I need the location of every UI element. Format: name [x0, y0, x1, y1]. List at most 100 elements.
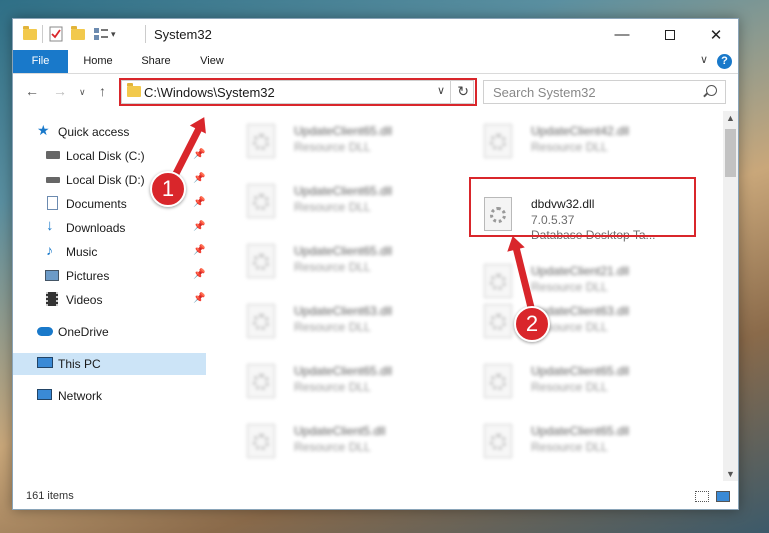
file-type: Resource DLL	[294, 380, 371, 394]
file-type: Resource DLL	[294, 440, 371, 454]
back-icon[interactable]: ←	[25, 83, 39, 99]
up-icon[interactable]: ↑	[99, 83, 106, 99]
file-type: Resource DLL	[294, 320, 371, 334]
pin-icon: 📌	[193, 149, 206, 160]
pin-icon: 📌	[193, 269, 206, 280]
scroll-thumb[interactable]	[725, 129, 736, 177]
file-item[interactable]: UpdateClient65.dll Resource DLL	[234, 176, 464, 230]
file-item[interactable]: UpdateClient63.dll Resource DLL	[234, 296, 464, 350]
customize-icon[interactable]: ▾	[111, 29, 127, 45]
scroll-down-icon[interactable]: ▼	[726, 469, 735, 479]
vertical-scrollbar[interactable]: ▲ ▼	[723, 111, 738, 481]
downloads-icon: ↓	[46, 217, 54, 234]
file-item[interactable]: UpdateClient65.dll Resource DLL	[234, 236, 464, 290]
details-view-icon[interactable]	[695, 491, 709, 502]
close-button[interactable]: ✕	[693, 19, 739, 50]
maximize-button[interactable]	[647, 19, 693, 50]
tab-home[interactable]: Home	[75, 50, 121, 73]
ribbon-tabs: File Home Share View ∨ ?	[13, 50, 738, 74]
dll-file-icon	[484, 364, 512, 398]
recent-locations-icon[interactable]: ∨	[79, 87, 86, 98]
help-icon[interactable]: ?	[717, 54, 732, 69]
sidebar-item-label: Videos	[66, 293, 103, 307]
window-title: System32	[154, 27, 212, 42]
tab-file[interactable]: File	[13, 50, 68, 73]
search-box[interactable]: Search System32	[483, 80, 726, 104]
tab-view[interactable]: View	[189, 50, 235, 73]
drive-icon	[46, 177, 60, 183]
file-item[interactable]: UpdateClient42.dll Resource DLL	[471, 116, 701, 170]
file-explorer-window: ▾ System32 — ✕ File Home Share View ∨ ? …	[12, 18, 739, 510]
pin-icon: 📌	[193, 173, 206, 184]
videos-icon	[46, 292, 58, 306]
tab-share[interactable]: Share	[133, 50, 179, 73]
sidebar-item-pictures[interactable]: Pictures 📌	[13, 265, 206, 287]
sidebar-item-label: Music	[66, 245, 98, 259]
dll-file-icon	[247, 424, 275, 458]
drive-icon	[46, 151, 60, 159]
large-icons-view-icon[interactable]	[716, 491, 730, 502]
sidebar-item-this-pc[interactable]: This PC	[13, 353, 206, 375]
sidebar-item-music[interactable]: ♪ Music 📌	[13, 241, 206, 263]
sidebar-item-downloads[interactable]: ↓ Downloads 📌	[13, 217, 206, 239]
cloud-icon	[37, 327, 53, 336]
file-name: UpdateClient5.dll	[294, 424, 386, 438]
dll-file-icon	[247, 244, 275, 278]
sidebar-item-network[interactable]: Network	[13, 385, 206, 407]
sidebar-item-videos[interactable]: Videos 📌	[13, 289, 206, 311]
dll-file-icon	[484, 124, 512, 158]
dll-file-icon	[247, 184, 275, 218]
file-type: Resource DLL	[294, 200, 371, 214]
maximize-icon	[665, 29, 675, 40]
sidebar-item-label: Pictures	[66, 269, 110, 283]
search-icon	[706, 85, 717, 96]
folder-icon[interactable]	[23, 26, 39, 42]
file-item[interactable]: UpdateClient65.dll Resource DLL	[471, 416, 701, 470]
network-icon	[37, 389, 52, 400]
minimize-icon: —	[614, 26, 630, 43]
sidebar-item-onedrive[interactable]: OneDrive	[13, 321, 206, 343]
dll-file-icon	[247, 124, 275, 158]
divider	[42, 25, 43, 43]
pin-icon: 📌	[193, 221, 206, 232]
sidebar-item-label: This PC	[58, 357, 101, 371]
file-type: Resource DLL	[531, 280, 608, 294]
step-1-badge: 1	[150, 171, 186, 207]
file-type: Resource DLL	[531, 140, 608, 154]
new-folder-icon[interactable]	[71, 26, 87, 42]
step-2-badge: 2	[514, 306, 550, 342]
sidebar-item-label: Quick access	[58, 125, 130, 139]
file-item[interactable]: UpdateClient5.dll Resource DLL	[234, 416, 464, 470]
forward-icon[interactable]: →	[53, 83, 67, 99]
minimize-button[interactable]: —	[599, 19, 645, 50]
sidebar-item-quick-access[interactable]: ★ Quick access	[13, 121, 206, 143]
sidebar-item-label: Downloads	[66, 221, 126, 235]
view-icon[interactable]	[93, 26, 109, 42]
file-list: UpdateClient65.dll Resource DLL UpdateCl…	[221, 111, 723, 479]
pin-icon: 📌	[193, 197, 206, 208]
dll-file-icon	[484, 304, 512, 338]
file-item[interactable]: UpdateClient63.dll Resource DLL	[471, 296, 701, 350]
properties-icon[interactable]	[49, 26, 65, 42]
search-input[interactable]: Search System32	[493, 85, 596, 100]
file-name: UpdateClient65.dll	[294, 364, 393, 378]
music-icon: ♪	[46, 242, 53, 258]
file-type: Resource DLL	[531, 380, 608, 394]
file-name: UpdateClient21.dll	[531, 264, 630, 278]
sidebar-item-label: Network	[58, 389, 103, 403]
file-item[interactable]: UpdateClient65.dll Resource DLL	[234, 356, 464, 410]
sidebar-item-label: OneDrive	[58, 325, 109, 339]
file-item[interactable]: UpdateClient65.dll Resource DLL	[471, 356, 701, 410]
chevron-down-icon[interactable]: ∨	[700, 53, 708, 66]
close-icon: ✕	[709, 26, 723, 44]
file-item[interactable]: UpdateClient65.dll Resource DLL	[234, 116, 464, 170]
item-count: 161 items	[26, 490, 74, 502]
pictures-icon	[45, 270, 59, 281]
dll-file-icon	[247, 364, 275, 398]
file-type: Resource DLL	[531, 440, 608, 454]
dll-file-icon	[484, 264, 512, 298]
dll-file-icon	[247, 304, 275, 338]
title-bar: ▾ System32 — ✕	[13, 19, 738, 50]
file-name: UpdateClient65.dll	[531, 364, 630, 378]
scroll-up-icon[interactable]: ▲	[726, 113, 735, 123]
